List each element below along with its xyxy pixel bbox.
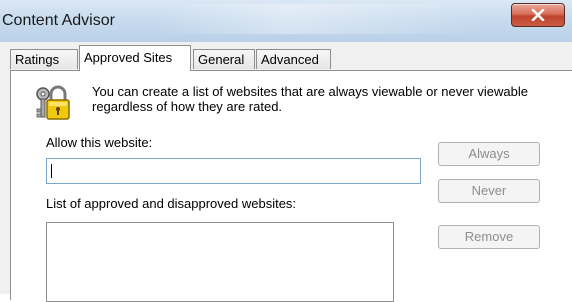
- tab-approved-sites-label: Approved Sites: [84, 50, 173, 65]
- title-bar-glass: [160, 4, 480, 34]
- allow-website-input[interactable]: [46, 158, 421, 184]
- tab-approved-sites[interactable]: Approved Sites: [79, 45, 191, 71]
- tab-general[interactable]: General: [193, 49, 255, 69]
- close-button[interactable]: [511, 3, 565, 27]
- tab-advanced[interactable]: Advanced: [256, 49, 331, 69]
- approved-sites-listbox[interactable]: [46, 222, 394, 302]
- approved-sites-description: You can create a list of websites that a…: [92, 84, 528, 114]
- never-button[interactable]: Never: [438, 179, 540, 203]
- approved-list-label: List of approved and disapproved website…: [46, 196, 297, 211]
- text-caret: [51, 164, 52, 178]
- close-icon: [531, 9, 545, 21]
- tab-advanced-label: Advanced: [261, 52, 319, 67]
- tab-general-label: General: [198, 52, 245, 67]
- always-button[interactable]: Always: [438, 142, 540, 166]
- title-bar[interactable]: Content Advisor: [0, 0, 572, 42]
- content-advisor-window: Content Advisor Ratings Approved Sites G…: [0, 0, 572, 302]
- tab-ratings[interactable]: Ratings: [10, 49, 78, 69]
- lock-keys-icon: [36, 85, 70, 120]
- allow-website-label: Allow this website:: [46, 135, 153, 150]
- remove-button[interactable]: Remove: [438, 225, 540, 249]
- tab-ratings-label: Ratings: [15, 52, 60, 67]
- window-title: Content Advisor: [2, 12, 115, 29]
